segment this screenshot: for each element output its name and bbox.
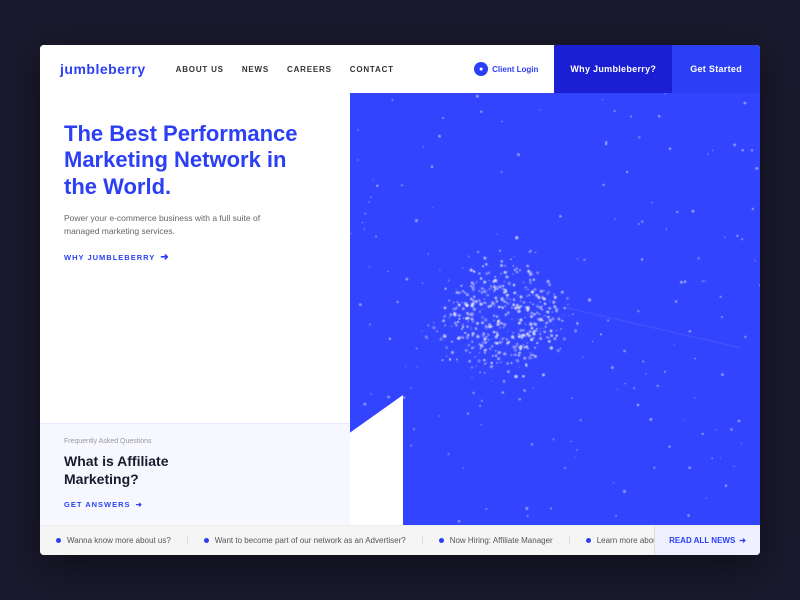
client-login-button[interactable]: ● Client Login bbox=[458, 62, 554, 76]
hero-subtitle: Power your e-commerce business with a fu… bbox=[64, 212, 294, 238]
ticker-item-1[interactable]: Want to become part of our network as an… bbox=[188, 536, 423, 545]
ticker-dot bbox=[204, 538, 209, 543]
main-area: The Best Performance Marketing Network i… bbox=[40, 93, 760, 525]
arrow-icon: ➜ bbox=[160, 252, 169, 263]
nav-careers[interactable]: CAREERS bbox=[287, 65, 332, 74]
arrow-icon: ➜ bbox=[739, 536, 746, 545]
ticker-dot bbox=[586, 538, 591, 543]
client-login-label: Client Login bbox=[492, 65, 538, 74]
get-answers-link[interactable]: GET ANSWERS ➜ bbox=[64, 500, 326, 509]
nav-contact[interactable]: CONTACT bbox=[350, 65, 394, 74]
arrow-icon: ➜ bbox=[136, 500, 143, 509]
nav-about[interactable]: ABOUT US bbox=[176, 65, 224, 74]
hero-title: The Best Performance Marketing Network i… bbox=[64, 121, 326, 200]
left-panel: The Best Performance Marketing Network i… bbox=[40, 93, 350, 525]
nav-news[interactable]: NEWS bbox=[242, 65, 269, 74]
read-all-news-button[interactable]: READ ALL NEWS ➜ bbox=[654, 526, 760, 555]
faq-label: Frequently Asked Questions bbox=[64, 438, 326, 445]
ticker-bar: Wanna know more about us? Want to become… bbox=[40, 525, 760, 555]
user-icon: ● bbox=[474, 62, 488, 76]
faq-title: What is Affiliate Marketing? bbox=[64, 453, 326, 488]
ticker-content: Wanna know more about us? Want to become… bbox=[40, 536, 760, 545]
get-started-button[interactable]: Get Started bbox=[672, 45, 760, 93]
hero-section: The Best Performance Marketing Network i… bbox=[40, 93, 350, 423]
dots-canvas bbox=[350, 93, 760, 525]
navbar: jumbleberry ABOUT US NEWS CAREERS CONTAC… bbox=[40, 45, 760, 93]
ticker-item-0[interactable]: Wanna know more about us? bbox=[40, 536, 188, 545]
why-jumbleberry-button[interactable]: Why Jumbleberry? bbox=[554, 45, 672, 93]
ticker-item-2[interactable]: Now Hiring: Affiliate Manager bbox=[423, 536, 570, 545]
faq-section: Frequently Asked Questions What is Affil… bbox=[40, 423, 350, 525]
logo[interactable]: jumbleberry bbox=[40, 61, 166, 77]
why-jumbleberry-link[interactable]: WHY JUMBLEBERRY ➜ bbox=[64, 252, 326, 263]
ticker-dot bbox=[439, 538, 444, 543]
navbar-right: ● Client Login Why Jumbleberry? Get Star… bbox=[458, 45, 760, 93]
hero-visualization bbox=[350, 93, 760, 525]
nav-links: ABOUT US NEWS CAREERS CONTACT bbox=[166, 65, 459, 74]
ticker-dot bbox=[56, 538, 61, 543]
browser-window: jumbleberry ABOUT US NEWS CAREERS CONTAC… bbox=[40, 45, 760, 555]
